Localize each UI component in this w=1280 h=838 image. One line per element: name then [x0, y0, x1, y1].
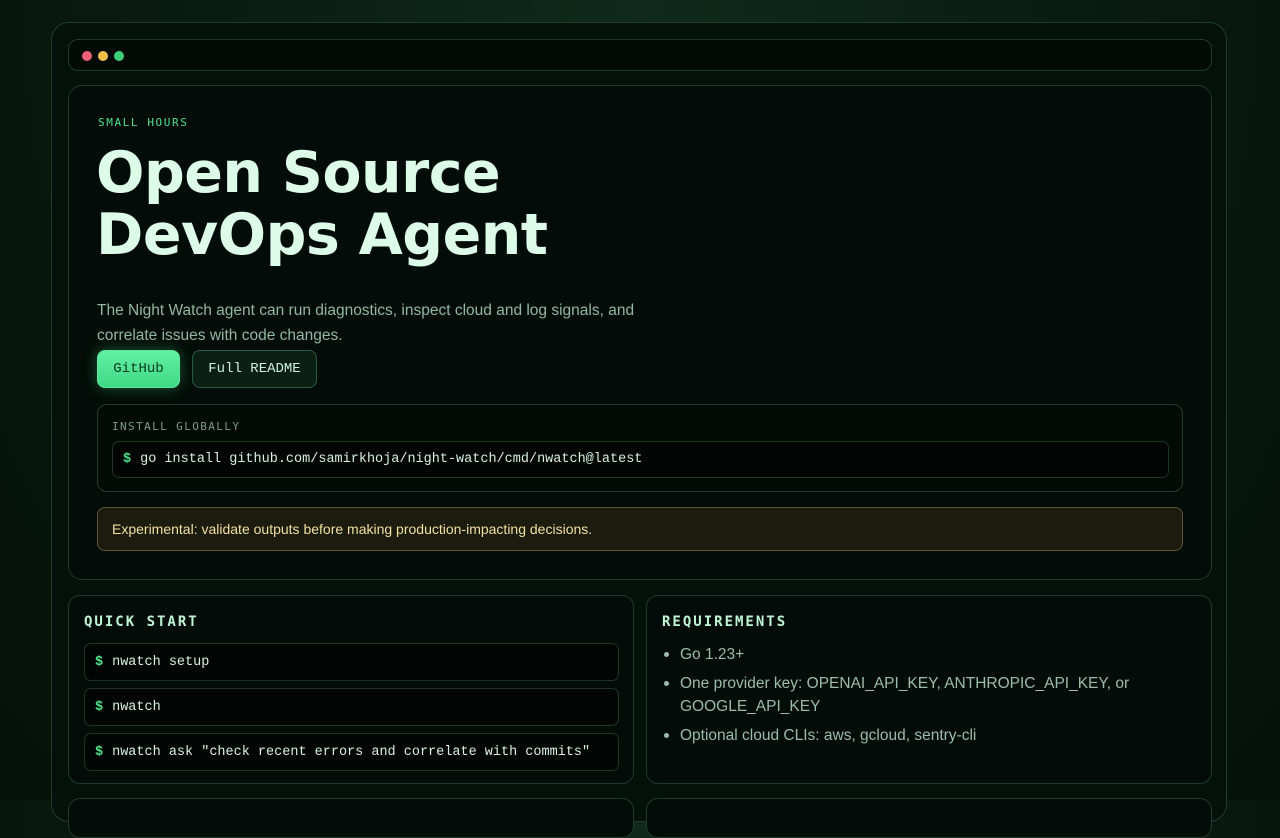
requirement-text: Go 1.23+: [680, 646, 745, 663]
prompt-symbol: $: [95, 699, 104, 715]
quick-start-command[interactable]: $ nwatch ask "check recent errors and co…: [84, 733, 619, 771]
command-text: nwatch ask "check recent errors and corr…: [112, 744, 591, 760]
close-window-dot[interactable]: [82, 51, 92, 61]
prompt-symbol: $: [123, 452, 132, 467]
page-title-line-2: DevOps Agent: [96, 202, 548, 268]
command-text: nwatch setup: [112, 654, 210, 670]
maximize-window-dot[interactable]: [114, 51, 124, 61]
github-button[interactable]: GitHub: [97, 350, 180, 388]
prompt-symbol: $: [95, 744, 104, 760]
requirement-text: One provider key: OPENAI_API_KEY, ANTHRO…: [680, 675, 1130, 715]
requirements-card: REQUIREMENTS Go 1.23+ One provider key: …: [646, 595, 1212, 784]
requirements-list: Go 1.23+ One provider key: OPENAI_API_KE…: [662, 643, 1192, 753]
list-item: Go 1.23+: [662, 643, 1192, 666]
bullet-icon: [664, 733, 669, 738]
next-card-right: [646, 798, 1212, 838]
full-readme-button[interactable]: Full README: [192, 350, 317, 388]
requirement-text: Optional cloud CLIs: aws, gcloud, sentry…: [680, 727, 977, 744]
bullet-icon: [664, 681, 669, 686]
command-text: nwatch: [112, 699, 161, 715]
prompt-symbol: $: [95, 654, 104, 670]
quick-start-card: QUICK START $ nwatch setup $ nwatch $ nw…: [68, 595, 634, 784]
app-window: SMALL HOURS Open Source DevOps Agent The…: [51, 22, 1227, 838]
list-item: Optional cloud CLIs: aws, gcloud, sentry…: [662, 724, 1192, 747]
requirements-title: REQUIREMENTS: [662, 614, 788, 630]
minimize-window-dot[interactable]: [98, 51, 108, 61]
quick-start-command[interactable]: $ nwatch: [84, 688, 619, 726]
hero-section: SMALL HOURS Open Source DevOps Agent The…: [68, 85, 1212, 580]
install-command-text: go install github.com/samirkhoja/night-w…: [140, 452, 643, 467]
hero-eyebrow: SMALL HOURS: [98, 116, 189, 129]
install-command[interactable]: $ go install github.com/samirkhoja/night…: [112, 441, 1169, 478]
page-title-line-1: Open Source: [96, 140, 501, 206]
next-card-left: [68, 798, 634, 838]
quick-start-title: QUICK START: [84, 614, 199, 630]
page-title: Open Source DevOps Agent: [96, 142, 548, 266]
install-label: INSTALL GLOBALLY: [112, 420, 241, 433]
install-panel: INSTALL GLOBALLY $ go install github.com…: [97, 404, 1183, 492]
quick-start-command[interactable]: $ nwatch setup: [84, 643, 619, 681]
experimental-warning: Experimental: validate outputs before ma…: [97, 507, 1183, 551]
list-item: One provider key: OPENAI_API_KEY, ANTHRO…: [662, 672, 1192, 718]
bullet-icon: [664, 652, 669, 657]
window-titlebar: [68, 39, 1212, 71]
hero-description: The Night Watch agent can run diagnostic…: [97, 301, 635, 344]
